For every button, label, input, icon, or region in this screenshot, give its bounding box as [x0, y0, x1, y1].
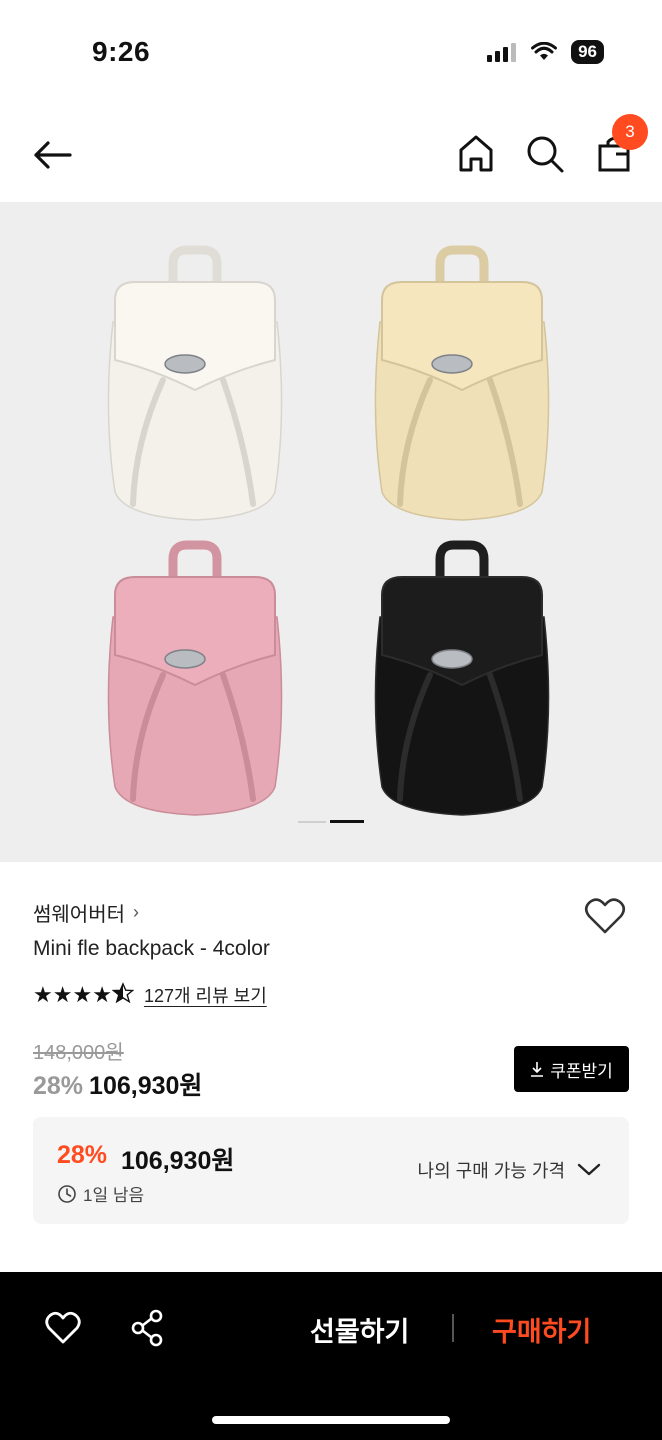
coupon-button[interactable]: 쿠폰받기 — [514, 1046, 629, 1092]
battery-indicator: 96 — [571, 40, 604, 64]
product-image-gallery[interactable] — [0, 202, 662, 862]
chevron-right-icon: › — [133, 902, 139, 922]
star-rating: ★ ★ ★ ★ — [33, 982, 134, 1008]
chevron-down-icon — [577, 1163, 601, 1176]
best-discount-rate: 28% — [57, 1141, 108, 1169]
share-icon[interactable] — [128, 1308, 166, 1348]
time-left-text: 1일 남음 — [83, 1186, 145, 1205]
half-star-icon — [111, 982, 134, 1004]
status-time: 9:26 — [92, 36, 151, 67]
brand-link[interactable]: 썸웨어버터 › — [33, 898, 139, 927]
sale-price-row: 28% 106,930원 — [33, 1066, 202, 1102]
home-indicator — [212, 1416, 450, 1424]
star-icon: ★ — [92, 982, 112, 1007]
sale-price: 106,930원 — [89, 1072, 203, 1100]
star-icon: ★ — [33, 982, 53, 1007]
best-price-box[interactable]: 28% 106,930원 1일 남음 나의 구매 가능 가격 — [33, 1117, 629, 1224]
review-link[interactable]: 127개 리뷰 보기 — [144, 982, 267, 1008]
cart-count-badge: 3 — [612, 114, 648, 150]
search-icon[interactable] — [524, 132, 566, 176]
gift-button[interactable]: 선물하기 — [310, 1310, 409, 1349]
status-bar: 9:26 96 — [0, 0, 662, 100]
back-arrow-icon[interactable] — [30, 132, 76, 178]
signal-icon — [487, 43, 517, 62]
download-icon — [531, 1062, 544, 1077]
product-name: Mini fle backpack - 4color — [33, 937, 270, 960]
clock-icon — [58, 1184, 76, 1203]
discount-rate: 28% — [33, 1072, 84, 1100]
best-price-label: 나의 구매 가능 가격 — [417, 1161, 565, 1181]
coupon-label: 쿠폰받기 — [550, 1061, 613, 1081]
divider — [452, 1314, 454, 1342]
backpack-2 — [374, 245, 550, 521]
buy-button[interactable]: 구매하기 — [492, 1310, 591, 1349]
best-price-value: 106,930원 — [121, 1147, 235, 1175]
time-left: 1일 남음 — [57, 1181, 144, 1206]
wifi-icon — [531, 42, 558, 60]
home-icon[interactable] — [456, 132, 496, 176]
brand-name: 썸웨어버터 — [33, 904, 125, 926]
wishlist-heart-icon[interactable] — [584, 896, 626, 936]
gallery-pagination — [298, 820, 364, 823]
heart-icon[interactable] — [44, 1310, 82, 1346]
star-icon: ★ — [52, 982, 73, 1007]
status-icons: 96 — [487, 40, 604, 64]
gallery-dot-2-active[interactable] — [330, 820, 364, 823]
backpack-4 — [374, 540, 550, 816]
best-price-toggle[interactable]: 나의 구매 가능 가격 — [418, 1157, 601, 1183]
gallery-dot-1[interactable] — [298, 820, 326, 823]
star-icon: ★ — [72, 982, 92, 1007]
top-nav — [0, 102, 662, 202]
product-image — [107, 245, 550, 816]
rating-row: ★ ★ ★ ★ 127개 리뷰 보기 — [33, 982, 267, 1008]
backpack-3 — [107, 540, 283, 816]
bottom-action-bar: 선물하기 구매하기 — [0, 1272, 662, 1440]
backpack-1 — [107, 245, 283, 521]
original-price: 148,000원 — [33, 1042, 124, 1064]
